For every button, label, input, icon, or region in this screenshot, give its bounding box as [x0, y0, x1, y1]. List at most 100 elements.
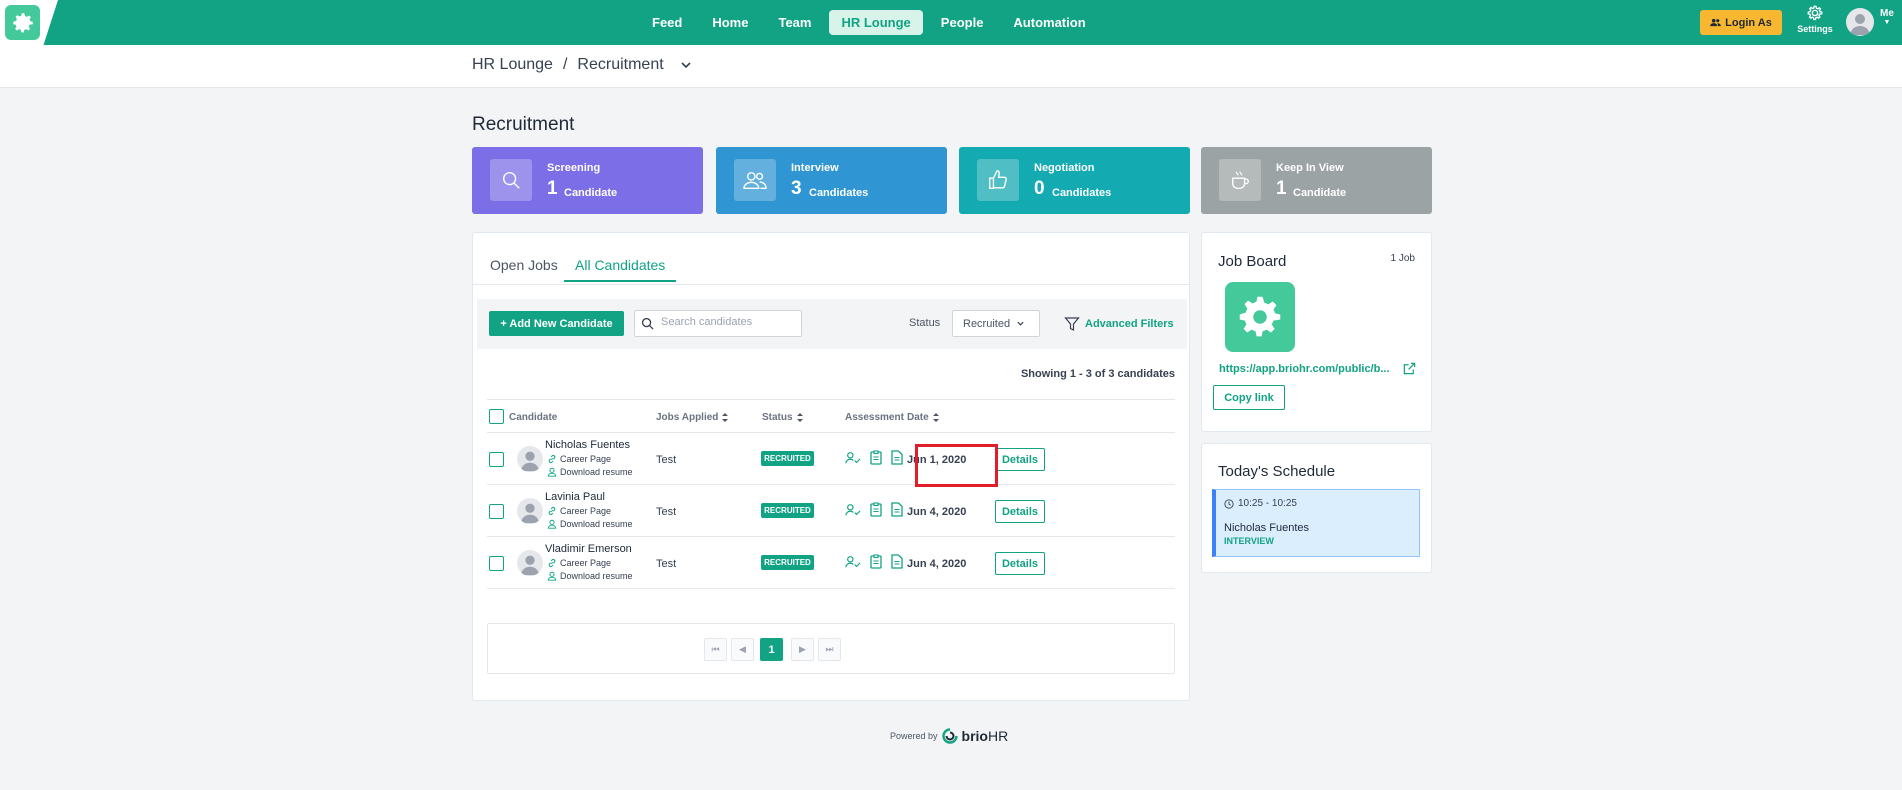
users-icon [1710, 18, 1722, 27]
source-label: Career Page [560, 558, 612, 568]
clipboard-icon[interactable] [870, 554, 882, 569]
tab-all-candidates[interactable]: All Candidates [564, 257, 677, 282]
clipboard-icon[interactable] [870, 450, 882, 465]
stat-label: Interview [791, 162, 839, 174]
download-resume-label: Download resume [560, 571, 633, 581]
job-board-url[interactable]: https://app.briohr.com/public/b... [1219, 363, 1391, 375]
results-count: Showing 1 - 3 of 3 candidates [1020, 368, 1175, 380]
brand-part-a: brio [961, 728, 988, 744]
candidate-name[interactable]: Vladimir Emerson [545, 543, 632, 555]
briohr-wordmark: brioHR [962, 728, 1009, 744]
brand-part-b: HR [987, 728, 1009, 744]
col-date-label: Date [907, 412, 929, 423]
copy-link-button[interactable]: Copy link [1213, 385, 1285, 410]
user-check-icon[interactable] [845, 502, 861, 518]
user-icon [547, 467, 557, 477]
breadcrumb-parent[interactable]: HR Lounge [472, 56, 553, 74]
stat-card-keep-in-view[interactable]: Keep In View 1 Candidate [1201, 147, 1432, 214]
nav-home[interactable]: Home [700, 10, 760, 35]
nav-people[interactable]: People [929, 10, 996, 35]
clock-icon [1224, 498, 1234, 509]
select-all-checkbox[interactable] [489, 409, 504, 424]
link-icon [548, 559, 556, 567]
stat-card-negotiation[interactable]: Negotiation 0 Candidates [959, 147, 1190, 214]
event-candidate: Nicholas Fuentes [1224, 522, 1309, 534]
breadcrumb-separator: / [562, 56, 568, 73]
me-label: Me [1880, 8, 1894, 19]
col-jobs-applied[interactable]: Jobs Applied [656, 412, 729, 423]
candidate-source: Career Page [547, 506, 611, 516]
stat-count: 1 [1276, 178, 1287, 199]
status-select-value: Recruited [963, 317, 1011, 330]
col-date[interactable]: Date [907, 412, 940, 423]
table-row: Lavinia Paul Career Page Download resume… [487, 485, 1175, 537]
chevron-down-icon[interactable] [680, 59, 692, 71]
nav-hr-lounge[interactable]: HR Lounge [829, 10, 923, 35]
document-icon[interactable] [891, 502, 903, 517]
candidate-name[interactable]: Lavinia Paul [545, 491, 605, 503]
current-page-button[interactable]: 1 [760, 638, 783, 661]
stat-card-screening[interactable]: Screening 1 Candidate [472, 147, 703, 214]
source-label: Career Page [560, 454, 612, 464]
document-icon[interactable] [891, 554, 903, 569]
avatar [517, 498, 543, 524]
source-label: Career Page [560, 506, 612, 516]
app-logo[interactable] [0, 0, 58, 45]
user-avatar[interactable] [1846, 8, 1874, 36]
last-page-button[interactable]: ⏭ [818, 638, 841, 661]
user-icon [547, 519, 557, 529]
download-resume-link[interactable]: Download resume [547, 519, 633, 529]
pagination: ⏮ ◀ 1 ▶ ⏭ [487, 623, 1175, 674]
login-as-button[interactable]: Login As [1700, 10, 1782, 35]
applied-date: Jun 4, 2020 [907, 558, 967, 570]
nav-feed[interactable]: Feed [640, 10, 694, 35]
col-assessment: Assessment [845, 412, 904, 423]
filter-icon [1064, 316, 1080, 331]
stat-count: 0 [1034, 178, 1045, 199]
settings-button[interactable]: Settings [1794, 4, 1836, 34]
document-icon[interactable] [891, 450, 903, 465]
status-badge: RECRUITED [761, 503, 814, 518]
external-link-icon[interactable] [1402, 361, 1417, 376]
stat-count: 3 [791, 178, 802, 199]
search-input[interactable] [661, 316, 796, 328]
nav-automation[interactable]: Automation [1001, 10, 1097, 35]
row-checkbox[interactable] [489, 452, 504, 467]
settings-label: Settings [1797, 24, 1833, 34]
sort-icon [722, 413, 729, 422]
tab-open-jobs[interactable]: Open Jobs [490, 257, 558, 273]
user-check-icon[interactable] [845, 554, 861, 570]
candidate-name[interactable]: Nicholas Fuentes [545, 439, 630, 451]
advanced-filters-button[interactable]: Advanced Filters [1064, 311, 1174, 336]
stat-unit: Candidates [809, 187, 869, 199]
nav-team[interactable]: Team [766, 10, 823, 35]
row-checkbox[interactable] [489, 556, 504, 571]
todays-schedule-card: Today's Schedule 10:25 - 10:25 Nicholas … [1201, 443, 1432, 573]
stat-card-interview[interactable]: Interview 3 Candidates [716, 147, 947, 214]
schedule-event[interactable]: 10:25 - 10:25 Nicholas Fuentes INTERVIEW [1212, 489, 1420, 557]
breadcrumb-current[interactable]: Recruitment [577, 56, 663, 74]
status-badge: RECRUITED [761, 451, 814, 466]
gear-logo-icon [5, 5, 40, 40]
me-menu[interactable]: Me ▼ [1880, 8, 1894, 26]
details-button[interactable]: Details [995, 448, 1045, 471]
stat-unit: Candidate [564, 187, 618, 199]
next-page-button[interactable]: ▶ [791, 638, 814, 661]
add-new-candidate-button[interactable]: + Add New Candidate [489, 311, 624, 336]
status-select[interactable]: Recruited [952, 310, 1040, 337]
details-button[interactable]: Details [995, 500, 1045, 523]
details-button[interactable]: Details [995, 552, 1045, 575]
user-icon [547, 571, 557, 581]
avatar [517, 550, 543, 576]
first-page-button[interactable]: ⏮ [704, 638, 727, 661]
user-check-icon[interactable] [845, 450, 861, 466]
chevron-down-icon [1017, 321, 1024, 326]
col-status[interactable]: Status [762, 412, 804, 423]
breadcrumb-bar: HR Lounge / Recruitment [0, 45, 1902, 88]
row-checkbox[interactable] [489, 504, 504, 519]
download-resume-link[interactable]: Download resume [547, 571, 633, 581]
prev-page-button[interactable]: ◀ [731, 638, 754, 661]
clipboard-icon[interactable] [870, 502, 882, 517]
download-resume-link[interactable]: Download resume [547, 467, 633, 477]
candidate-source: Career Page [547, 558, 611, 568]
